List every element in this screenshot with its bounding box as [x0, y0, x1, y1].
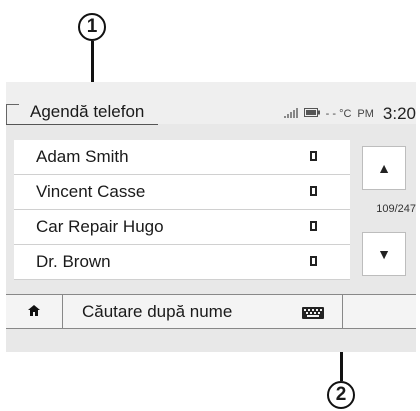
callout-2: 2 — [327, 381, 355, 409]
contact-list: Adam Smith Vincent Casse Car Repair Hugo… — [14, 140, 350, 280]
battery-icon — [303, 108, 320, 120]
phone-icon — [310, 221, 317, 231]
phone-icon — [310, 186, 317, 196]
search-by-name-label: Căutare după nume — [82, 302, 233, 321]
phonebook-tab[interactable]: Agendă telefon — [6, 100, 159, 125]
contact-name: Vincent Casse — [36, 182, 146, 201]
clock-time: 3:20 — [382, 104, 416, 123]
scroll-down-button[interactable]: ▼ — [362, 232, 406, 276]
scroll-controls: ▲ 109/247 ▼ — [352, 140, 416, 292]
signal-icon — [283, 107, 298, 121]
header-bar: Agendă telefon - - °C PM 3:20 — [6, 82, 416, 126]
temperature-readout: - - °C — [325, 108, 352, 120]
search-by-name-button[interactable]: Căutare după nume — [62, 295, 343, 328]
home-button[interactable] — [6, 295, 63, 328]
contact-name: Car Repair Hugo — [36, 217, 164, 236]
keyboard-icon — [302, 306, 324, 324]
ampm-indicator: PM — [357, 108, 374, 120]
contact-row[interactable]: Adam Smith — [14, 140, 350, 175]
home-icon — [28, 303, 40, 321]
bottom-bar: Căutare după nume — [6, 294, 416, 329]
phone-icon — [310, 151, 317, 161]
scroll-up-button[interactable]: ▲ — [362, 146, 406, 190]
page-counter: 109/247 — [376, 203, 416, 215]
callout-1: 1 — [78, 13, 106, 41]
contact-row[interactable]: Vincent Casse — [14, 175, 350, 210]
status-bar: - - °C PM 3:20 — [283, 102, 416, 126]
phone-icon — [310, 256, 317, 266]
contact-row[interactable]: Car Repair Hugo — [14, 210, 350, 245]
contact-name: Adam Smith — [36, 147, 129, 166]
phonebook-screen: Agendă telefon - - °C PM 3:20 Adam Smith… — [6, 82, 416, 352]
arrow-up-icon: ▲ — [377, 160, 391, 176]
contact-name: Dr. Brown — [36, 252, 111, 271]
contact-row[interactable]: Dr. Brown — [14, 245, 350, 280]
arrow-down-icon: ▼ — [377, 246, 391, 262]
